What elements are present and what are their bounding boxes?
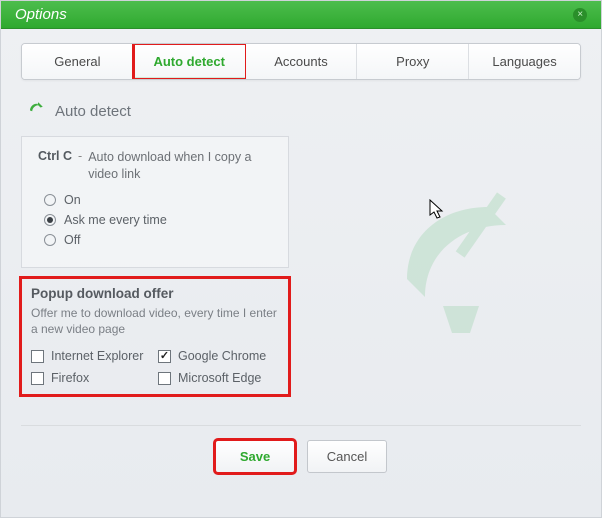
checkbox-chrome-label: Google Chrome [178,349,266,363]
ctrlc-row: Ctrl C - Auto download when I copy a vid… [38,149,272,183]
cancel-button[interactable]: Cancel [307,440,387,473]
ctrlc-desc: Auto download when I copy a video link [88,149,272,183]
checkbox-ie[interactable]: Internet Explorer [31,349,152,363]
radio-icon [44,234,56,246]
titlebar: Options × [1,1,601,29]
tab-proxy[interactable]: Proxy [357,44,469,79]
checkbox-firefox-label: Firefox [51,371,89,385]
checkbox-icon [158,350,171,363]
radio-icon [44,194,56,206]
checkbox-ie-label: Internet Explorer [51,349,143,363]
tab-accounts[interactable]: Accounts [246,44,358,79]
tab-general[interactable]: General [22,44,134,79]
checkbox-edge-label: Microsoft Edge [178,371,261,385]
section-title: Auto detect [55,103,131,120]
checkbox-icon [31,350,44,363]
ctrlc-group: Ctrl C - Auto download when I copy a vid… [21,136,289,268]
options-window: Options × General Auto detect Accounts P… [0,0,602,518]
button-row: Save Cancel [21,426,581,487]
radio-ask-label: Ask me every time [64,213,167,227]
checkbox-icon [158,372,171,385]
radio-on-label: On [64,193,81,207]
radio-icon [44,214,56,226]
ctrlc-key: Ctrl C [38,149,72,183]
radio-off-label: Off [64,233,80,247]
checkbox-chrome[interactable]: Google Chrome [158,349,279,363]
save-button[interactable]: Save [215,440,295,473]
close-icon[interactable]: × [573,8,587,22]
radio-on[interactable]: On [44,193,272,207]
browser-checkboxes: Internet Explorer Google Chrome Firefox … [31,349,279,385]
radio-off[interactable]: Off [44,233,272,247]
radio-ask[interactable]: Ask me every time [44,213,272,227]
ctrlc-dash: - [78,149,82,183]
checkbox-icon [31,372,44,385]
dish-icon [27,100,45,122]
tab-bar: General Auto detect Accounts Proxy Langu… [21,43,581,80]
tab-auto-detect[interactable]: Auto detect [134,44,246,79]
content-area: General Auto detect Accounts Proxy Langu… [1,29,601,487]
popup-title: Popup download offer [31,286,279,301]
checkbox-edge[interactable]: Microsoft Edge [158,371,279,385]
section-header: Auto detect [27,100,581,122]
checkbox-firefox[interactable]: Firefox [31,371,152,385]
popup-desc: Offer me to download video, every time I… [31,305,279,337]
tab-languages[interactable]: Languages [469,44,580,79]
popup-group: Popup download offer Offer me to downloa… [21,278,289,395]
window-title: Options [15,6,67,23]
